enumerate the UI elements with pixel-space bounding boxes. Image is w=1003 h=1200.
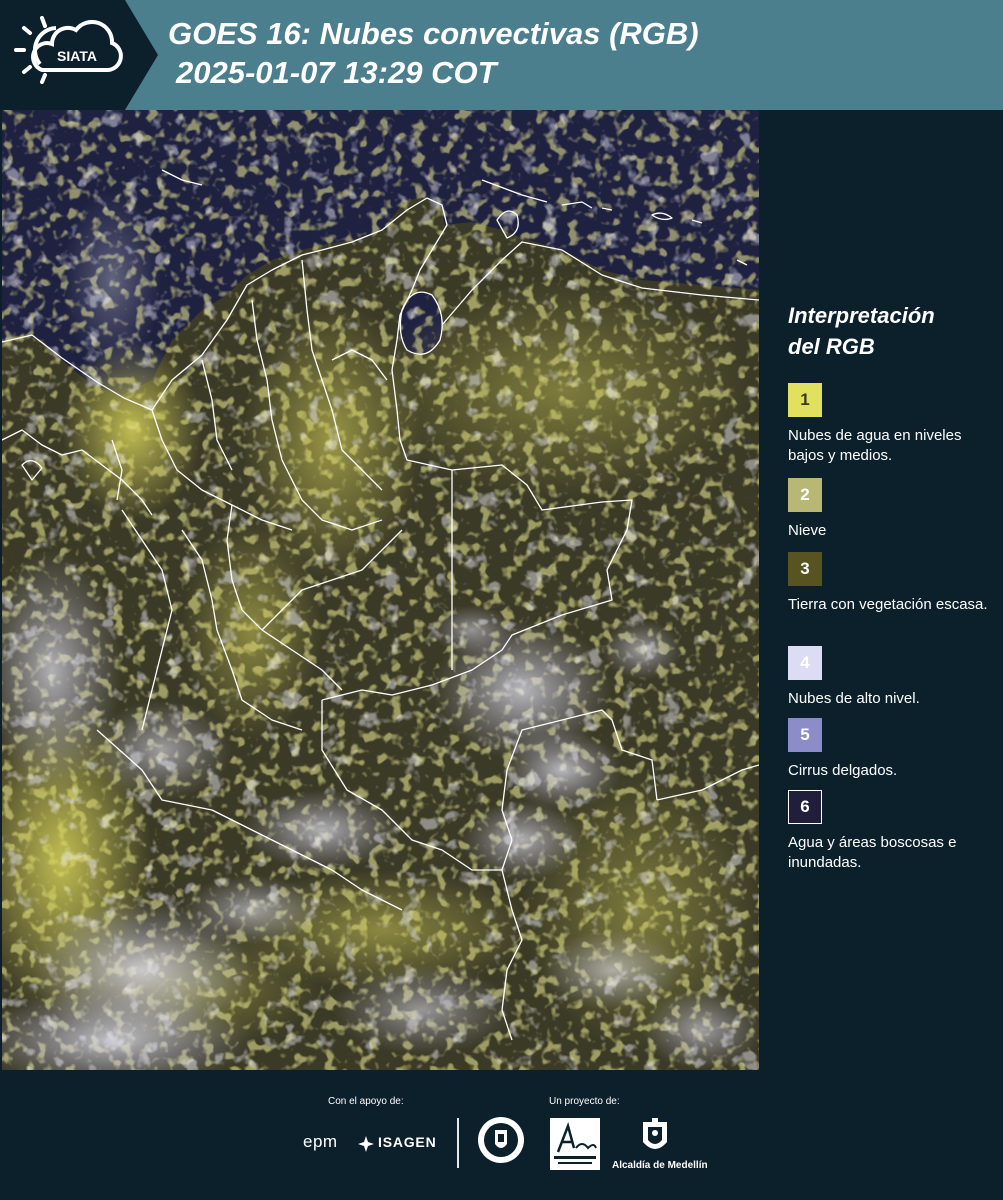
legend-item: 5 Cirrus delgados. [788,718,998,781]
legend-label: Tierra con vegetación escasa. [788,596,988,613]
legend-swatch: 4 [788,646,822,680]
legend-title-line-1: Interpretación [788,303,935,328]
title-line-1: GOES 16: Nubes convectivas (RGB) [168,16,699,51]
legend-swatch: 3 [788,552,822,586]
project-label: Un proyecto de: [549,1096,620,1107]
alcaldia-label: Alcaldía de Medellín [612,1160,708,1171]
epm-logo: epm [303,1132,338,1151]
support-label: Con el apoyo de: [328,1096,404,1107]
siata-logo: SIATA [0,0,160,110]
legend-swatch: 6 [788,790,822,824]
logo-text: SIATA [57,48,97,64]
legend-title: Interpretación del RGB [788,300,998,362]
title-line-2: 2025-01-07 13:29 COT [176,55,497,90]
isagen-logo: ISAGEN [378,1134,437,1150]
satellite-map-image [2,110,759,1070]
legend-title-line-2: del RGB [788,334,875,359]
area-metropolitana-logo [550,1118,600,1170]
isagen-icon [358,1136,374,1152]
legend-item: 4 Nubes de alto nivel. [788,646,998,709]
legend-swatch: 2 [788,478,822,512]
alcaldia-shield-icon [643,1118,667,1149]
legend-label: Cirrus delgados. [788,762,898,779]
page-title: GOES 16: Nubes convectivas (RGB) 2025-01… [168,14,699,92]
legend-item: 2 Nieve [788,478,998,541]
legend-label: Nieve [788,522,827,539]
header-bar: SIATA GOES 16: Nubes convectivas (RGB) 2… [0,0,1003,110]
legend-item: 6 Agua y áreas boscosas e inundadas. [788,790,998,873]
legend-item: 1 Nubes de agua en niveles bajos y medio… [788,383,998,466]
footer-divider [457,1118,459,1168]
legend-swatch: 1 [788,383,822,417]
legend-label: Nubes de alto nivel. [788,690,920,707]
legend-swatch: 5 [788,718,822,752]
satellite-map [2,110,759,1070]
legend-item: 3 Tierra con vegetación escasa. [788,552,998,615]
legend-label: Agua y áreas boscosas e inundadas. [788,834,957,871]
footer: Con el apoyo de: Un proyecto de: epm ISA… [0,1070,1003,1200]
medellin-seal-icon [478,1117,524,1163]
legend-label: Nubes de agua en niveles bajos y medios. [788,427,962,464]
legend-panel: Interpretación del RGB 1 Nubes de agua e… [788,300,998,871]
